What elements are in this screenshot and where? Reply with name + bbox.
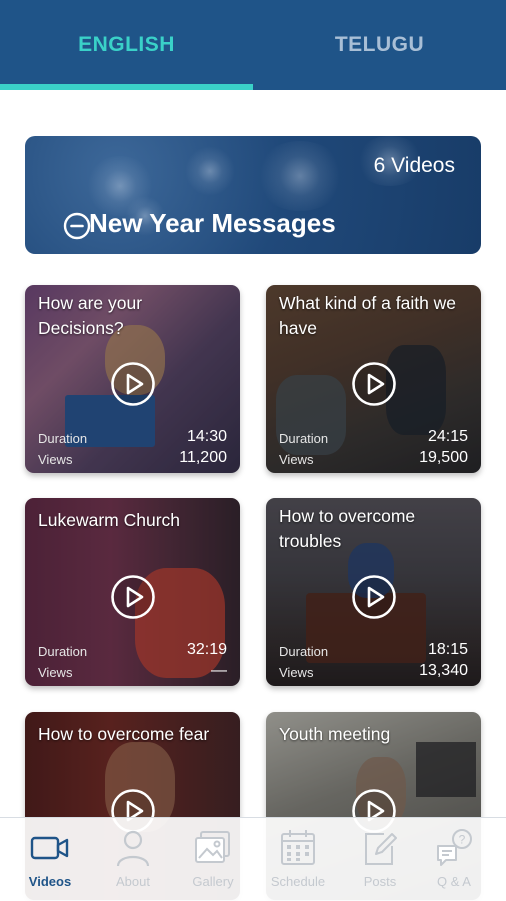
nav-label: Schedule xyxy=(270,874,326,889)
duration-label: Duration xyxy=(38,644,88,659)
play-icon[interactable] xyxy=(351,361,397,407)
views-value: 19,500 xyxy=(419,449,468,466)
views-label: Views xyxy=(279,665,314,680)
views-label: Views xyxy=(38,452,73,467)
duration-label: Duration xyxy=(279,431,329,446)
play-icon[interactable] xyxy=(351,574,397,620)
gallery-icon xyxy=(195,831,230,863)
nav-item-gallery[interactable]: Gallery xyxy=(171,818,255,901)
nav-label: Gallery xyxy=(192,874,234,889)
video-card[interactable]: How to overcome troubles Duration Views … xyxy=(266,498,481,686)
active-tab-indicator xyxy=(0,84,253,90)
video-card[interactable]: Lukewarm Church Duration Views 32:19 — xyxy=(25,498,240,686)
video-title: Lukewarm Church xyxy=(38,510,180,530)
nav-item-videos[interactable]: Videos xyxy=(8,818,92,901)
top-tab-bar: ENGLISH TELUGU xyxy=(0,0,506,90)
nav-item-about[interactable]: About xyxy=(91,818,175,901)
duration-value: 24:15 xyxy=(427,428,468,445)
tab-telugu[interactable]: TELUGU xyxy=(253,0,506,90)
edit-post-icon xyxy=(365,833,397,865)
firework-decoration xyxy=(185,146,235,196)
nav-label: Posts xyxy=(363,874,397,889)
views-value: 13,340 xyxy=(419,662,468,679)
video-title: How to overcome troubles xyxy=(279,506,416,551)
video-card[interactable]: What kind of a faith we have Duration Vi… xyxy=(266,285,481,473)
video-title: How to overcome fear xyxy=(38,724,210,744)
category-banner[interactable]: 6 Videos New Year Messages xyxy=(25,136,481,254)
nav-label: About xyxy=(116,874,150,889)
nav-item-qa[interactable]: ? Q & A xyxy=(412,818,496,901)
duration-value: 32:19 xyxy=(186,641,227,658)
views-label: Views xyxy=(279,452,314,467)
duration-label: Duration xyxy=(279,644,329,659)
question-chat-icon: ? xyxy=(437,829,472,866)
video-title: Youth meeting xyxy=(279,724,391,744)
play-icon[interactable] xyxy=(110,574,156,620)
category-title: New Year Messages xyxy=(89,208,336,238)
nav-item-posts[interactable]: Posts xyxy=(338,818,422,901)
nav-label: Videos xyxy=(28,874,72,889)
play-icon[interactable] xyxy=(110,361,156,407)
calendar-icon xyxy=(281,830,315,865)
person-icon xyxy=(116,830,150,867)
firework-decoration xyxy=(255,141,345,211)
video-card[interactable]: How are your Decisions? Duration Views 1… xyxy=(25,285,240,473)
video-camera-icon xyxy=(30,836,69,860)
svg-text:?: ? xyxy=(459,833,466,847)
views-value: — xyxy=(211,662,227,679)
duration-label: Duration xyxy=(38,431,88,446)
nav-item-schedule[interactable]: Schedule xyxy=(256,818,340,901)
views-value: 11,200 xyxy=(179,449,227,466)
tab-english[interactable]: ENGLISH xyxy=(0,0,253,90)
bottom-navigation: Videos About Gallery Schedule Posts ? Q … xyxy=(0,817,506,901)
collapse-circle-icon[interactable] xyxy=(63,212,91,240)
duration-value: 14:30 xyxy=(186,428,227,445)
duration-value: 18:15 xyxy=(427,641,468,658)
video-title: How are your Decisions? xyxy=(38,293,143,338)
video-count: 6 Videos xyxy=(373,154,455,177)
views-label: Views xyxy=(38,665,73,680)
nav-label: Q & A xyxy=(437,874,471,889)
video-title: What kind of a faith we have xyxy=(279,293,457,338)
